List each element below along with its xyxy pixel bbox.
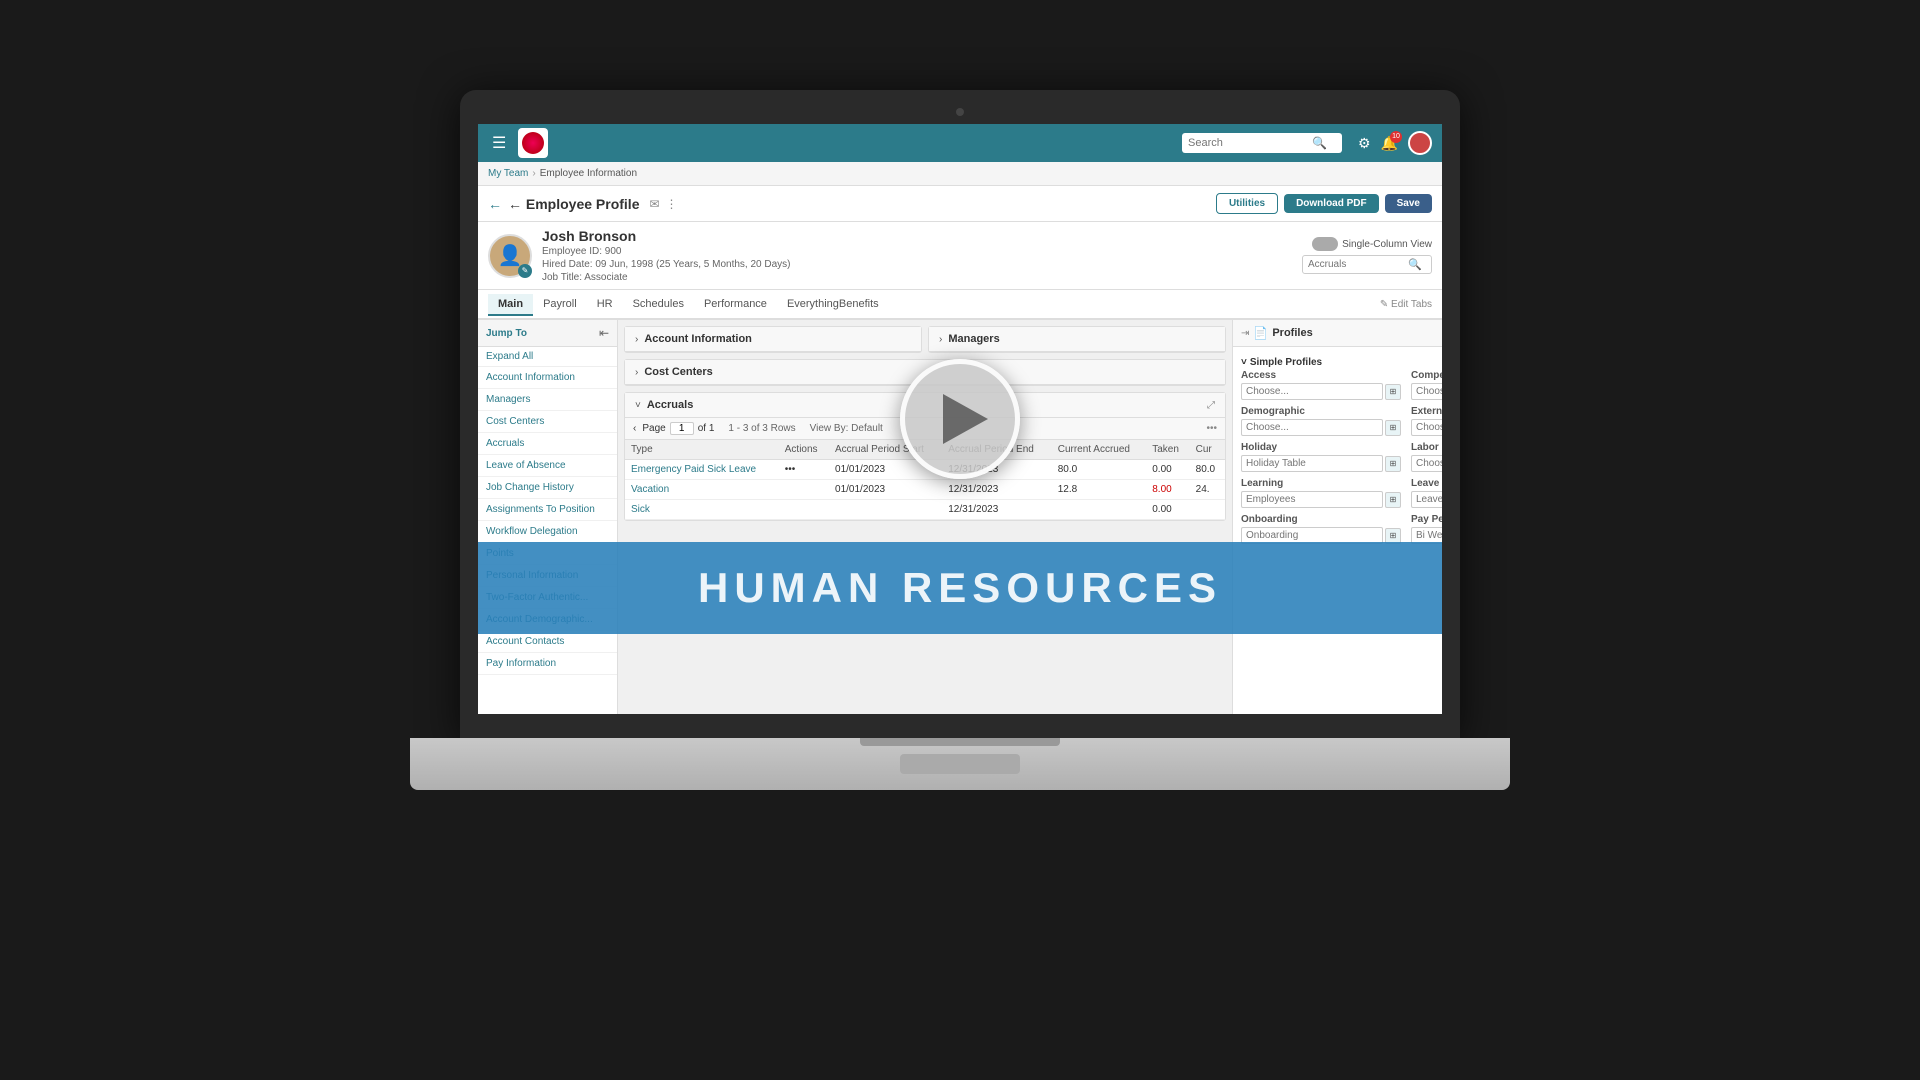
hr-banner-text: HUMAN RESOURCES (698, 564, 1222, 611)
hr-banner: HUMAN RESOURCES (478, 542, 1442, 634)
laptop-screen: ☰ 🔍 ⚙ 🔔 10 (478, 124, 1442, 714)
video-overlay: HUMAN RESOURCES (478, 124, 1442, 714)
laptop-camera (956, 108, 964, 116)
play-button[interactable] (900, 359, 1020, 479)
laptop-shell: ☰ 🔍 ⚙ 🔔 10 (410, 90, 1510, 990)
laptop-touchpad[interactable] (900, 754, 1020, 774)
play-triangle-icon (943, 394, 988, 444)
screen-bezel: ☰ 🔍 ⚙ 🔔 10 (460, 90, 1460, 740)
laptop-base (410, 738, 1510, 790)
laptop-hinge (860, 738, 1060, 746)
